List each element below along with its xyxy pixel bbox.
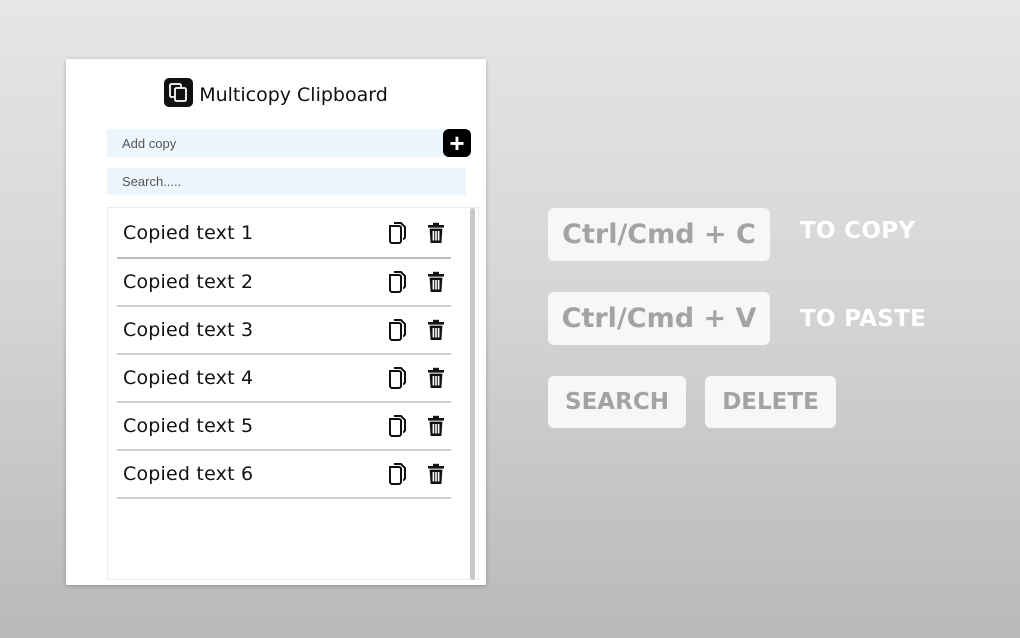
trash-icon[interactable]	[424, 318, 448, 342]
clip-item[interactable]: Copied text 3	[117, 307, 451, 355]
scrollbar[interactable]	[470, 208, 475, 580]
clip-item-text[interactable]: Copied text 5	[117, 415, 385, 437]
clip-item[interactable]: Copied text 2	[117, 259, 451, 307]
paste-shortcut-label: TO PASTE	[800, 306, 927, 332]
clip-item-text[interactable]: Copied text 3	[117, 319, 385, 341]
add-copy-button[interactable]: +	[443, 129, 471, 157]
copy-icon[interactable]	[385, 221, 409, 245]
popup-header: Multicopy Clipboard	[66, 59, 486, 129]
copy-icon[interactable]	[385, 462, 409, 486]
clip-item-text[interactable]: Copied text 4	[117, 367, 385, 389]
trash-icon[interactable]	[424, 221, 448, 245]
paste-shortcut-key: Ctrl/Cmd + V	[548, 292, 770, 345]
clip-item[interactable]: Copied text 4	[117, 355, 451, 403]
delete-feature-key: DELETE	[705, 376, 836, 428]
clip-item-text[interactable]: Copied text 6	[117, 463, 385, 485]
search-feature-key: SEARCH	[548, 376, 686, 428]
copy-icon[interactable]	[385, 366, 409, 390]
clip-item-text[interactable]: Copied text 2	[117, 271, 385, 293]
clip-item-text[interactable]: Copied text 1	[117, 222, 385, 244]
search-input[interactable]	[107, 168, 466, 195]
copy-shortcut-key: Ctrl/Cmd + C	[548, 208, 770, 261]
copy-icon[interactable]	[385, 270, 409, 294]
add-copy-row: +	[107, 129, 471, 157]
copy-stack-icon	[164, 77, 194, 107]
trash-icon[interactable]	[424, 414, 448, 438]
copy-icon[interactable]	[385, 318, 409, 342]
add-copy-input[interactable]	[107, 129, 444, 157]
trash-icon[interactable]	[424, 366, 448, 390]
clip-list: Copied text 1 Copied text 2 Copied text 3 C…	[117, 208, 451, 499]
copy-icon[interactable]	[385, 414, 409, 438]
clipboard-popup: Multicopy Clipboard + Copied text 1Copie…	[66, 59, 486, 585]
popup-title: Multicopy Clipboard	[199, 84, 388, 106]
clip-item[interactable]: Copied text 5	[117, 403, 451, 451]
clip-list-container: Copied text 1 Copied text 2 Copied text 3 C…	[107, 207, 479, 580]
clip-item[interactable]: Copied text 6	[117, 451, 451, 499]
trash-icon[interactable]	[424, 462, 448, 486]
clip-item[interactable]: Copied text 1	[117, 208, 451, 259]
copy-shortcut-label: TO COPY	[800, 218, 916, 244]
trash-icon[interactable]	[424, 270, 448, 294]
